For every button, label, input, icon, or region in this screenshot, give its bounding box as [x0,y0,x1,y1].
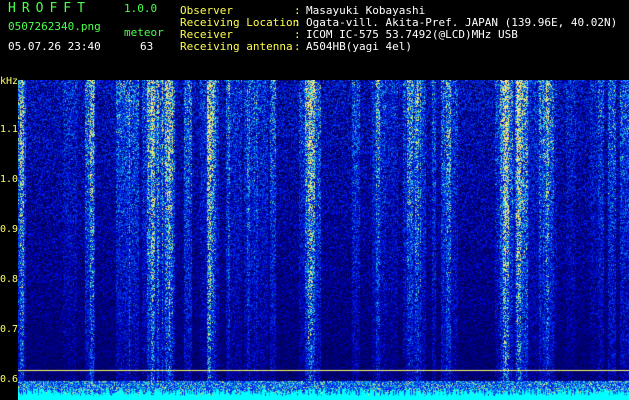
frequency-tick-label: 1.0 [0,174,19,185]
antenna-value: A504HB(yagi 4el) [306,40,412,53]
observation-datetime: 05.07.26 23:40 [8,40,101,53]
file-name: 0507262340.png [8,20,101,33]
frequency-tick-label: 0.7 [0,324,19,335]
app-title: HROFFT [8,1,91,16]
app-version: 1.0.0 [124,2,158,15]
frequency-axis: 1.1 1.0 0.9 0.8 0.7 0.6 [0,72,18,400]
info-labels: Observer Receiving Location Receiver Rec… [180,5,299,53]
meteor-count: 63 [140,40,154,53]
spectrogram-canvas [18,80,629,400]
info-values: Masayuki Kobayashi Ogata-vill. Akita-Pre… [306,5,617,53]
frequency-tick-label: 1.1 [0,124,19,135]
header-panel: HROFFT 1.0.0 0507262340.png meteor 05.07… [0,0,629,72]
frequency-tick-label: 0.9 [0,224,19,235]
frequency-tick-label: 0.6 [0,374,19,385]
detection-mode: meteor [124,26,164,39]
info-colons: : : : : [294,4,301,53]
antenna-label: Receiving antenna [180,40,293,53]
frequency-tick-label: 0.8 [0,274,19,285]
spectrogram-panel [18,80,629,400]
